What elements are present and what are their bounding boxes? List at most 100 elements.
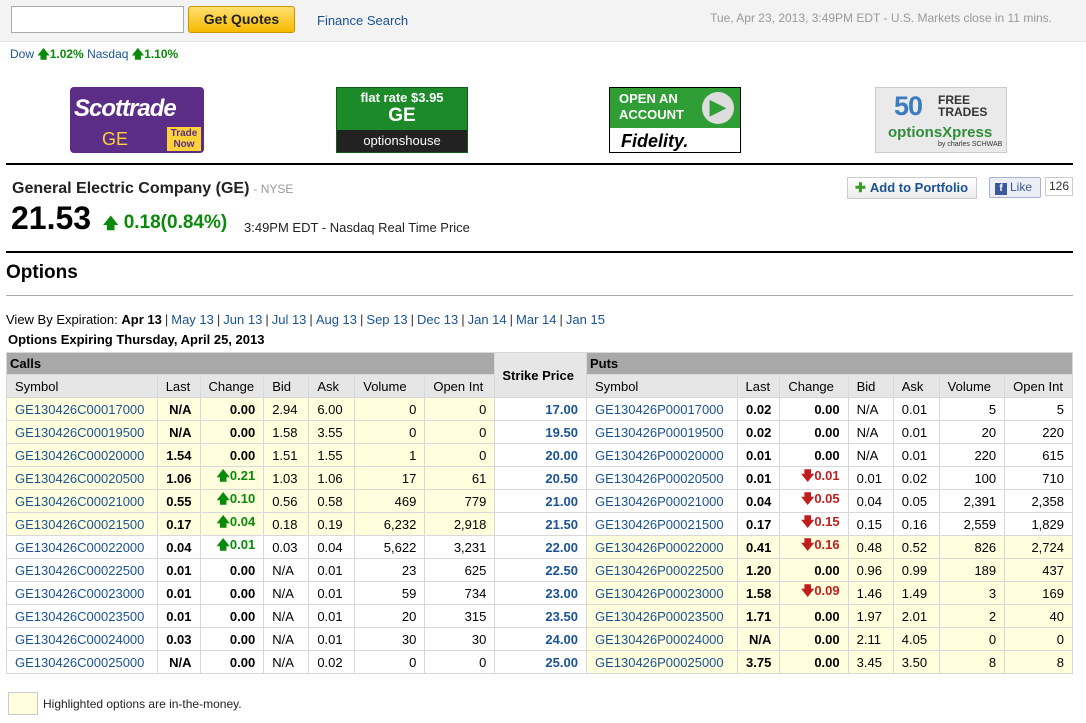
change-cell: 0.00	[779, 650, 849, 674]
col-header-bid: Bid	[263, 374, 310, 398]
strike-price-link[interactable]: 25.00	[494, 650, 587, 674]
option-symbol-link[interactable]: GE130426P00024000	[585, 627, 738, 651]
strike-price-link[interactable]: 22.00	[494, 535, 587, 559]
strike-price-link[interactable]: 20.50	[494, 466, 587, 490]
strike-price-link[interactable]: 23.50	[494, 604, 587, 628]
add-to-portfolio-button[interactable]: ✚ Add to Portfolio	[847, 177, 977, 199]
ask-cell: 0.58	[308, 489, 356, 513]
option-symbol-link[interactable]: GE130426P00022000	[585, 535, 738, 559]
bid-cell: 2.11	[847, 627, 894, 651]
dow-link[interactable]: Dow	[10, 47, 34, 61]
fidelity-ad[interactable]: OPEN AN ACCOUNT ▶ Fidelity.	[609, 87, 741, 153]
last-price-cell: N/A	[736, 627, 781, 651]
expiration-link[interactable]: Dec 13	[417, 312, 458, 327]
option-symbol-link[interactable]: GE130426C00024000	[6, 627, 158, 651]
strike-price-link[interactable]: 22.50	[494, 558, 587, 582]
optionsxpress-logo-text: optionsXpress	[888, 124, 993, 141]
ask-cell: 0.02	[892, 466, 940, 490]
scottrade-ad[interactable]: Scottrade GE Trade Now	[70, 87, 204, 153]
strike-price-link[interactable]: 23.00	[494, 581, 587, 605]
option-symbol-link[interactable]: GE130426P00021500	[585, 512, 738, 536]
open-int-cell: 779	[424, 489, 496, 513]
quote-input[interactable]	[11, 6, 184, 33]
option-symbol-link[interactable]: GE130426C00020500	[6, 466, 158, 490]
expiration-link[interactable]: Jan 15	[566, 312, 605, 327]
expiration-link[interactable]: Jul 13	[272, 312, 307, 327]
bid-cell: 1.58	[263, 420, 310, 444]
option-symbol-link[interactable]: GE130426C00021000	[6, 489, 158, 513]
change-cell: 0.00	[199, 604, 265, 628]
option-symbol-link[interactable]: GE130426C00022500	[6, 558, 158, 582]
bid-cell: 0.03	[263, 535, 310, 559]
change-value: 🡅0.10	[216, 491, 256, 506]
up-arrow-icon: 🡅	[37, 47, 50, 61]
change-value: 0.00	[229, 401, 256, 417]
strike-price-link[interactable]: 21.50	[494, 512, 587, 536]
expiration-link[interactable]: Sep 13	[366, 312, 407, 327]
open-int-cell: 0	[424, 420, 496, 444]
bid-cell: N/A	[263, 650, 310, 674]
option-symbol-link[interactable]: GE130426P00023000	[585, 581, 738, 605]
table-row: GE130426C00024000 0.03 0.00 N/A 0.01 30 30 24.0…	[6, 627, 1073, 651]
expiration-link[interactable]: May 13	[171, 312, 214, 327]
scottrade-logo-text: Scottrade	[74, 95, 177, 122]
bid-cell: N/A	[263, 558, 310, 582]
option-symbol-link[interactable]: GE130426P00020500	[585, 466, 738, 490]
separator: |	[216, 312, 221, 327]
expiration-link[interactable]: Jan 14	[468, 312, 507, 327]
option-symbol-link[interactable]: GE130426C00019500	[6, 420, 158, 444]
change-cell: 0.00	[779, 397, 849, 421]
strike-price-link[interactable]: 20.00	[494, 443, 587, 467]
volume-cell: 220	[938, 443, 1006, 467]
options-table: Calls Strike Price Puts Symbol Last Change…	[5, 352, 1074, 674]
option-symbol-link[interactable]: GE130426C00023000	[6, 581, 158, 605]
strike-price-link[interactable]: 19.50	[494, 420, 587, 444]
plus-icon: ✚	[855, 180, 866, 195]
open-int-cell: 61	[424, 466, 496, 490]
bid-cell: N/A	[847, 443, 894, 467]
option-symbol-link[interactable]: GE130426P00019500	[585, 420, 738, 444]
optionshouse-ad[interactable]: flat rate $3.95 GE optionshouse	[336, 87, 468, 153]
nasdaq-link[interactable]: Nasdaq	[87, 47, 128, 61]
down-arrow-icon: 🡇	[800, 468, 815, 483]
strike-price-link[interactable]: 17.00	[494, 397, 587, 421]
open-int-cell: 2,358	[1004, 489, 1073, 513]
option-symbol-link[interactable]: GE130426C00020000	[6, 443, 158, 467]
separator: |	[309, 312, 313, 327]
option-symbol-link[interactable]: GE130426P00022500	[585, 558, 738, 582]
option-symbol-link[interactable]: GE130426P00023500	[585, 604, 738, 628]
up-arrow-icon: 🡅	[216, 468, 230, 483]
option-symbol-link[interactable]: GE130426P00017000	[585, 397, 738, 421]
expiration-link[interactable]: Mar 14	[516, 312, 556, 327]
optionsxpress-ad[interactable]: 50 FREE TRADES optionsXpress by charles …	[875, 87, 1007, 153]
option-symbol-link[interactable]: GE130426C00021500	[6, 512, 158, 536]
change-cell: 0.00	[199, 650, 265, 674]
expiration-link[interactable]: Aug 13	[316, 312, 357, 327]
get-quotes-button[interactable]: Get Quotes	[188, 6, 295, 33]
col-header-bid: Bid	[847, 374, 894, 398]
expiration-link[interactable]: Jun 13	[223, 312, 262, 327]
option-symbol-link[interactable]: GE130426P00020000	[585, 443, 738, 467]
change-cell: 0.00	[199, 420, 265, 444]
separator: |	[559, 312, 563, 327]
change-cell: 0.00	[779, 558, 849, 582]
open-int-cell: 2,918	[424, 512, 496, 536]
option-symbol-link[interactable]: GE130426P00025000	[585, 650, 738, 674]
finance-search-link[interactable]: Finance Search	[317, 13, 408, 28]
option-symbol-link[interactable]: GE130426C00017000	[6, 397, 158, 421]
option-symbol-link[interactable]: GE130426C00022000	[6, 535, 158, 559]
option-symbol-link[interactable]: GE130426C00023500	[6, 604, 158, 628]
change-cell: 🡅0.21	[199, 466, 265, 490]
open-int-cell: 734	[424, 581, 496, 605]
change-value: 0.00	[229, 585, 256, 601]
last-price-cell: 0.02	[736, 420, 781, 444]
strike-price-link[interactable]: 24.00	[494, 627, 587, 651]
option-symbol-link[interactable]: GE130426C00025000	[6, 650, 158, 674]
ask-cell: 0.01	[308, 581, 356, 605]
facebook-like-button[interactable]: f Like	[989, 177, 1041, 198]
option-symbol-link[interactable]: GE130426P00021000	[585, 489, 738, 513]
divider	[6, 295, 1073, 296]
last-price-cell: 0.01	[736, 443, 781, 467]
strike-price-link[interactable]: 21.00	[494, 489, 587, 513]
bid-cell: 1.46	[847, 581, 894, 605]
